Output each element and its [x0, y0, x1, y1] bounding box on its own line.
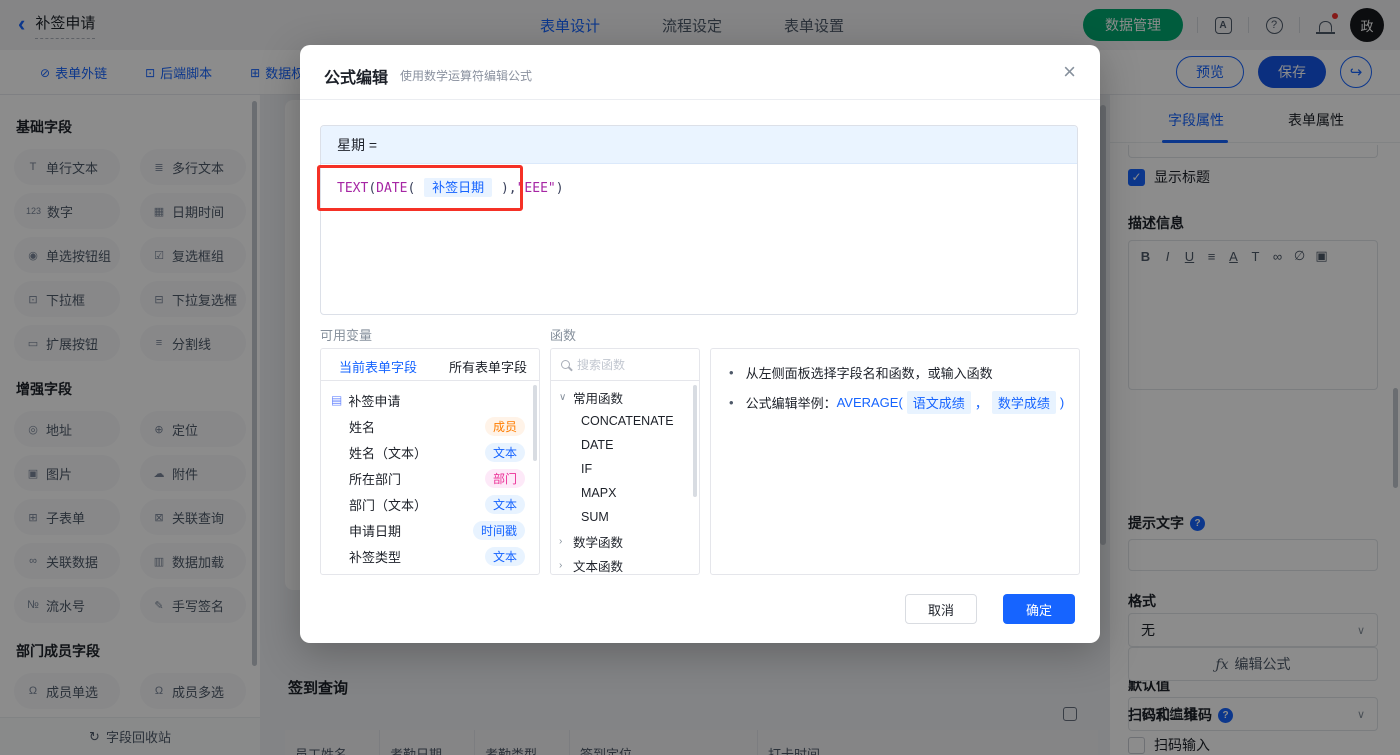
formula-target: 星期 = — [321, 126, 1077, 164]
function-search-input[interactable] — [577, 357, 677, 372]
function-item[interactable]: IF — [551, 457, 699, 481]
token-fn: TEXT — [337, 181, 369, 196]
function-item[interactable]: MAPX — [551, 481, 699, 505]
app-window: ‹ 补签申请 表单设计 流程设定 表单设置 数据管理 A ? 政 ⊘ 表单外链 — [0, 0, 1400, 755]
function-group-text[interactable]: › 文本函数 — [551, 553, 699, 574]
variable-row[interactable]: 申请日期 时间戳 — [321, 517, 539, 543]
variable-row[interactable]: 所在部门 部门 — [321, 465, 539, 491]
formula-input[interactable]: TEXT(DATE( 补签日期 ),"EEE") — [321, 164, 1077, 209]
variables-tabs: 当前表单字段 所有表单字段 — [321, 349, 539, 381]
form-root-node[interactable]: ▤ 补签申请 — [321, 387, 539, 413]
function-item[interactable]: SUM — [551, 505, 699, 529]
modal-header: 公式编辑 使用数学运算符编辑公式 × — [300, 45, 1100, 100]
variables-scrollbar[interactable] — [533, 385, 537, 461]
variable-row[interactable]: 部门（文本） 文本 — [321, 491, 539, 517]
function-item[interactable]: CONCATENATE — [551, 409, 699, 433]
bullet-icon: • — [729, 395, 734, 410]
tab-current-form-fields[interactable]: 当前表单字段 — [339, 357, 417, 376]
token-string: "EEE" — [516, 181, 556, 196]
type-badge: 文本 — [484, 546, 525, 566]
close-icon[interactable]: × — [1063, 59, 1076, 85]
chevron-down-icon: ∨ — [559, 391, 567, 403]
modal-footer: 取消 确定 — [300, 585, 1100, 643]
confirm-button[interactable]: 确定 — [1003, 594, 1075, 624]
type-badge: 文本 — [484, 442, 525, 462]
cancel-button[interactable]: 取消 — [905, 594, 977, 624]
variables-label: 可用变量 — [320, 328, 373, 343]
variable-row[interactable]: 姓名 成员 — [321, 413, 539, 439]
example-field-chip: 数学成绩 — [991, 391, 1056, 414]
function-search — [551, 349, 699, 381]
modal-subtitle: 使用数学运算符编辑公式 — [400, 69, 533, 83]
type-badge: 成员 — [484, 416, 525, 436]
token-fn: DATE — [376, 181, 408, 196]
function-item[interactable]: DATE — [551, 433, 699, 457]
type-badge: 时间戳 — [472, 520, 525, 540]
help-box: • 从左侧面板选择字段名和函数，或输入函数 • 公式编辑举例： AVERAGE(… — [710, 348, 1080, 575]
type-badge: 部门 — [484, 468, 525, 488]
variables-box: 当前表单字段 所有表单字段 ▤ 补签申请 姓名 成员 姓名（文本） 文本 所在部… — [320, 348, 540, 575]
function-group-common[interactable]: ∨ 常用函数 — [551, 385, 699, 409]
search-icon — [561, 360, 570, 369]
example-field-chip: 语文成绩 — [906, 391, 971, 414]
chevron-right-icon: › — [559, 535, 563, 547]
field-token-chip[interactable]: 补签日期 — [424, 178, 493, 197]
type-badge: 文本 — [484, 494, 525, 514]
modal-title: 公式编辑 — [324, 70, 389, 87]
formula-edit-modal: 公式编辑 使用数学运算符编辑公式 × 星期 = TEXT(DATE( 补签日期 … — [300, 45, 1100, 643]
functions-scrollbar[interactable] — [693, 385, 697, 497]
form-doc-icon: ▤ — [331, 393, 343, 407]
formula-editor: 星期 = TEXT(DATE( 补签日期 ),"EEE") — [320, 125, 1078, 315]
variable-row[interactable]: 补签类型 文本 — [321, 543, 539, 569]
bullet-icon: • — [729, 365, 734, 380]
help-tip-1: • 从左侧面板选择字段名和函数，或输入函数 — [729, 365, 993, 381]
functions-box: ∨ 常用函数 CONCATENATE DATE IF MAPX SUM › 数学… — [550, 348, 700, 575]
chevron-right-icon: › — [559, 559, 563, 571]
help-tip-2: • 公式编辑举例： AVERAGE( 语文成绩 ， 数学成绩 ) — [729, 391, 1064, 414]
variable-row[interactable]: 姓名（文本） 文本 — [321, 439, 539, 465]
function-group-math[interactable]: › 数学函数 — [551, 529, 699, 553]
functions-label: 函数 — [550, 328, 577, 343]
tab-all-form-fields[interactable]: 所有表单字段 — [449, 357, 527, 376]
